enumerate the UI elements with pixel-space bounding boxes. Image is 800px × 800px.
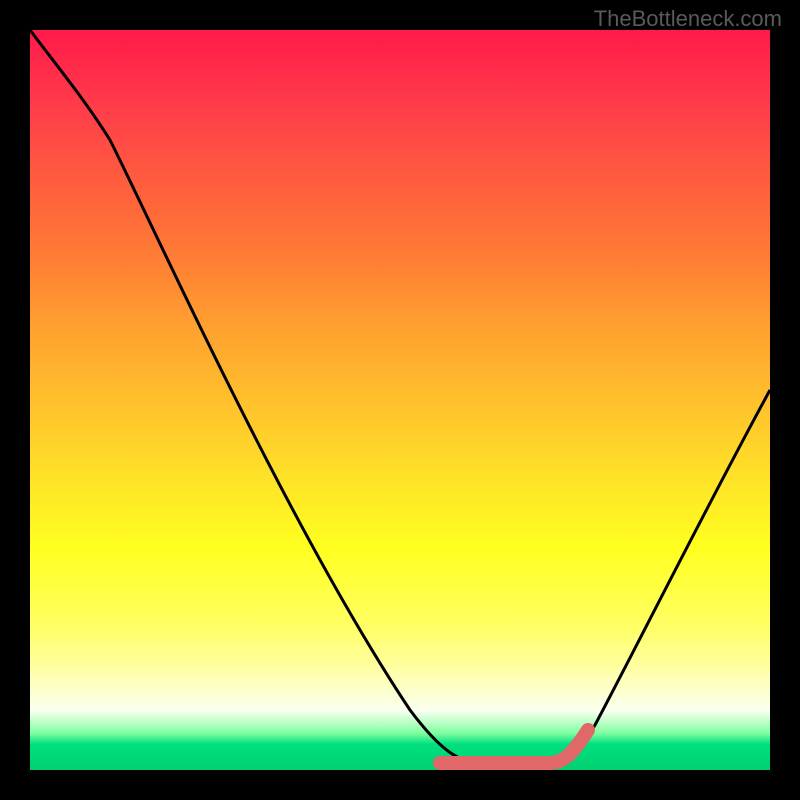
bottleneck-curve (30, 30, 770, 770)
main-curve-path (30, 30, 770, 765)
highlight-segment-path (440, 730, 588, 763)
chart-container: TheBottleneck.com (0, 0, 800, 800)
plot-background (30, 30, 770, 770)
watermark-text: TheBottleneck.com (594, 6, 782, 32)
